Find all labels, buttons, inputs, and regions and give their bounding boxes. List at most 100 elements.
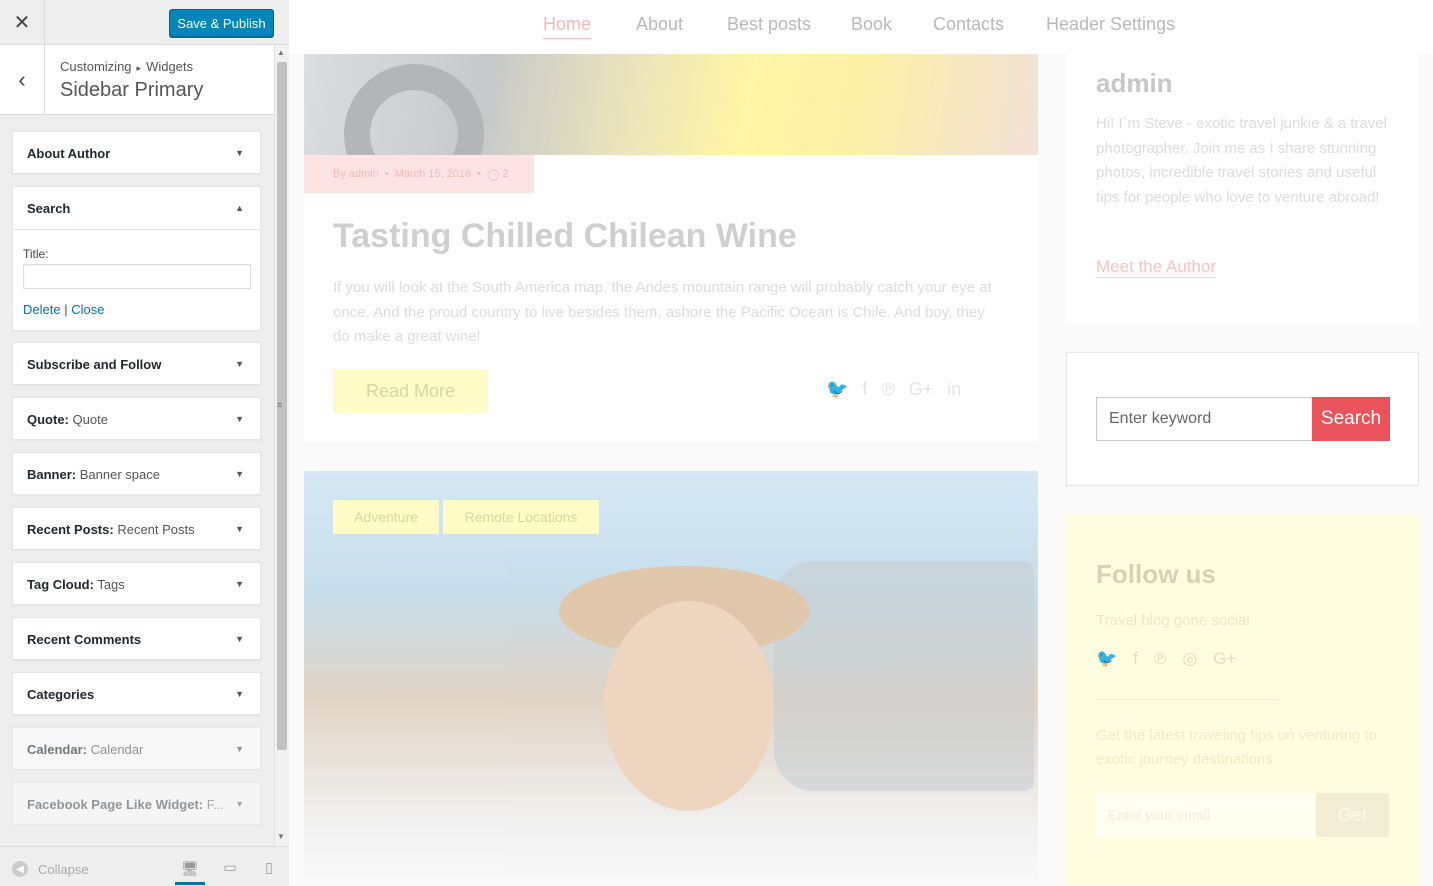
linkedin-icon[interactable]: in bbox=[947, 379, 961, 400]
widget-subtitle: F... bbox=[206, 797, 225, 812]
site-navigation: Home About Best posts Book Contacts Head… bbox=[290, 0, 1433, 54]
nav-item-book[interactable]: Book bbox=[851, 14, 892, 35]
scroll-up-icon[interactable]: ▲ bbox=[277, 48, 285, 57]
caret-down-icon[interactable]: ▼ bbox=[235, 689, 244, 699]
widget-subscribe-follow[interactable]: Subscribe and Follow ▼ bbox=[12, 342, 261, 385]
pinterest-icon[interactable]: ℗ bbox=[881, 379, 894, 400]
about-author-widget: admin Hi! I`m Steve - exotic travel junk… bbox=[1066, 54, 1418, 324]
widget-banner[interactable]: Banner: Banner space ▼ bbox=[12, 452, 261, 495]
breadcrumb-child: Widgets bbox=[146, 59, 194, 74]
post-author[interactable]: By admin bbox=[333, 168, 379, 180]
caret-down-icon[interactable]: ▼ bbox=[235, 469, 244, 479]
nav-item-about[interactable]: About bbox=[636, 14, 683, 35]
collapse-arrow-icon: ◀ bbox=[12, 861, 28, 877]
widget-recent-posts[interactable]: Recent Posts: Recent Posts ▼ bbox=[12, 507, 261, 550]
search-button[interactable]: Search bbox=[1312, 397, 1390, 441]
grip-icon: ≡ bbox=[277, 400, 283, 410]
widget-title: Tag Cloud: bbox=[27, 577, 94, 592]
follow-title: Follow us bbox=[1096, 559, 1216, 589]
nav-item-best-posts[interactable]: Best posts bbox=[727, 14, 811, 35]
tablet-preview-icon[interactable]: ▭ bbox=[220, 857, 240, 877]
customizer-panel: ✕ Save & Publish ‹ Customizing ▸ Widgets S… bbox=[0, 0, 289, 886]
meet-author-link[interactable]: Meet the Author bbox=[1096, 257, 1217, 278]
post-comment-count[interactable]: 2 bbox=[502, 168, 508, 180]
get-button[interactable]: Get bbox=[1316, 793, 1389, 837]
nav-item-contacts[interactable]: Contacts bbox=[933, 14, 1004, 35]
title-field[interactable] bbox=[23, 264, 251, 289]
section-header: ‹ Customizing ▸ Widgets Sidebar Primary bbox=[0, 45, 274, 115]
read-more-button[interactable]: Read More bbox=[333, 369, 488, 413]
customizer-footer: ◀ Collapse 🖥 ▭ ▯ bbox=[0, 846, 289, 886]
follow-widget: Follow us Travel blog gone social 🐦 f ℗ … bbox=[1066, 514, 1419, 886]
post-excerpt: If you will look at the South America ma… bbox=[333, 279, 992, 345]
collapse-label: Collapse bbox=[38, 861, 89, 877]
caret-down-icon[interactable]: ▼ bbox=[235, 634, 244, 644]
nav-item-header-settings[interactable]: Header Settings bbox=[1046, 14, 1175, 35]
post-image[interactable] bbox=[304, 54, 1038, 155]
customizer-content: ‹ Customizing ▸ Widgets Sidebar Primary Ab… bbox=[0, 45, 274, 846]
collapse-button[interactable]: ◀ Collapse bbox=[12, 861, 89, 877]
share-icons: 🐦 f ℗ G+ in bbox=[826, 379, 961, 400]
facebook-icon[interactable]: f bbox=[1133, 649, 1138, 669]
pinterest-icon[interactable]: ℗ bbox=[1154, 649, 1167, 669]
caret-down-icon[interactable]: ▼ bbox=[235, 359, 244, 369]
tag-adventure[interactable]: Adventure bbox=[333, 500, 439, 534]
desktop-preview-icon[interactable]: 🖥 bbox=[175, 855, 205, 885]
caret-down-icon[interactable]: ▼ bbox=[235, 524, 244, 534]
post-date[interactable]: March 15, 2016 bbox=[395, 168, 471, 180]
widget-title: Recent Posts: bbox=[27, 522, 114, 537]
close-icon[interactable]: ✕ bbox=[0, 0, 45, 45]
social-icons: 🐦 f ℗ ◎ G+ bbox=[1096, 649, 1236, 669]
google-plus-icon[interactable]: G+ bbox=[1213, 649, 1236, 669]
actions-separator: | bbox=[64, 302, 68, 317]
customizer-header: ✕ Save & Publish bbox=[0, 0, 289, 45]
caret-up-icon[interactable]: ▲ bbox=[235, 203, 244, 213]
widget-about-author[interactable]: About Author ▼ bbox=[12, 131, 261, 174]
widget-title: Quote: bbox=[27, 412, 69, 427]
breadcrumb-parent: Customizing bbox=[60, 59, 132, 74]
caret-down-icon[interactable]: ▼ bbox=[235, 579, 244, 589]
back-chevron-icon[interactable]: ‹ bbox=[0, 45, 45, 115]
scroll-down-icon[interactable]: ▼ bbox=[277, 832, 285, 841]
caret-down-icon[interactable]: ▼ bbox=[235, 414, 244, 424]
email-field[interactable] bbox=[1096, 793, 1316, 837]
widget-search-header[interactable]: Search ▲ bbox=[13, 187, 260, 230]
twitter-icon[interactable]: 🐦 bbox=[1096, 649, 1117, 669]
widget-calendar[interactable]: Calendar: Calendar ▼ bbox=[12, 727, 261, 770]
author-name: admin bbox=[1096, 68, 1173, 98]
mobile-preview-icon[interactable]: ▯ bbox=[259, 857, 279, 877]
widget-actions: Delete | Close bbox=[23, 302, 104, 317]
caret-down-icon[interactable]: ▼ bbox=[235, 148, 244, 158]
caret-down-icon[interactable]: ▼ bbox=[235, 744, 244, 754]
facebook-icon[interactable]: f bbox=[862, 379, 867, 400]
title-field-label: Title: bbox=[23, 247, 49, 261]
widget-subtitle: Banner space bbox=[79, 467, 160, 482]
save-publish-button[interactable]: Save & Publish bbox=[169, 9, 274, 37]
post-card: By admin • March 15, 2016 • ◯ 2 Tasting … bbox=[304, 54, 1038, 442]
instagram-icon[interactable]: ◎ bbox=[1182, 649, 1197, 669]
google-plus-icon[interactable]: G+ bbox=[909, 379, 934, 400]
twitter-icon[interactable]: 🐦 bbox=[826, 379, 848, 400]
widget-subtitle: Recent Posts bbox=[117, 522, 195, 537]
tag-remote-locations[interactable]: Remote Locations bbox=[443, 500, 599, 534]
widget-search: Search ▲ Title: Delete | Close bbox=[12, 186, 261, 331]
widget-quote[interactable]: Quote: Quote ▼ bbox=[12, 397, 261, 440]
widget-title: Search bbox=[27, 201, 71, 216]
search-widget: Search bbox=[1066, 352, 1419, 486]
close-link[interactable]: Close bbox=[71, 302, 104, 317]
widget-facebook-page-like[interactable]: Facebook Page Like Widget: F... ▼ bbox=[12, 782, 261, 825]
widget-categories[interactable]: Categories ▼ bbox=[12, 672, 261, 715]
search-input[interactable] bbox=[1096, 397, 1313, 441]
post-title[interactable]: Tasting Chilled Chilean Wine bbox=[333, 217, 797, 256]
site-preview: Home About Best posts Book Contacts Head… bbox=[290, 0, 1433, 886]
follow-subtitle: Travel blog gone social bbox=[1096, 612, 1250, 629]
customizer-scrollbar[interactable]: ▲ ≡ ▼ bbox=[274, 45, 289, 846]
caret-down-icon[interactable]: ▼ bbox=[235, 799, 244, 809]
widget-title: Banner: bbox=[27, 467, 77, 482]
widget-title: Recent Comments bbox=[27, 632, 142, 647]
widget-recent-comments[interactable]: Recent Comments ▼ bbox=[12, 617, 261, 660]
delete-link[interactable]: Delete bbox=[23, 302, 61, 317]
breadcrumb-separator-icon: ▸ bbox=[136, 63, 142, 73]
widget-tag-cloud[interactable]: Tag Cloud: Tags ▼ bbox=[12, 562, 261, 605]
nav-item-home[interactable]: Home bbox=[543, 14, 592, 39]
